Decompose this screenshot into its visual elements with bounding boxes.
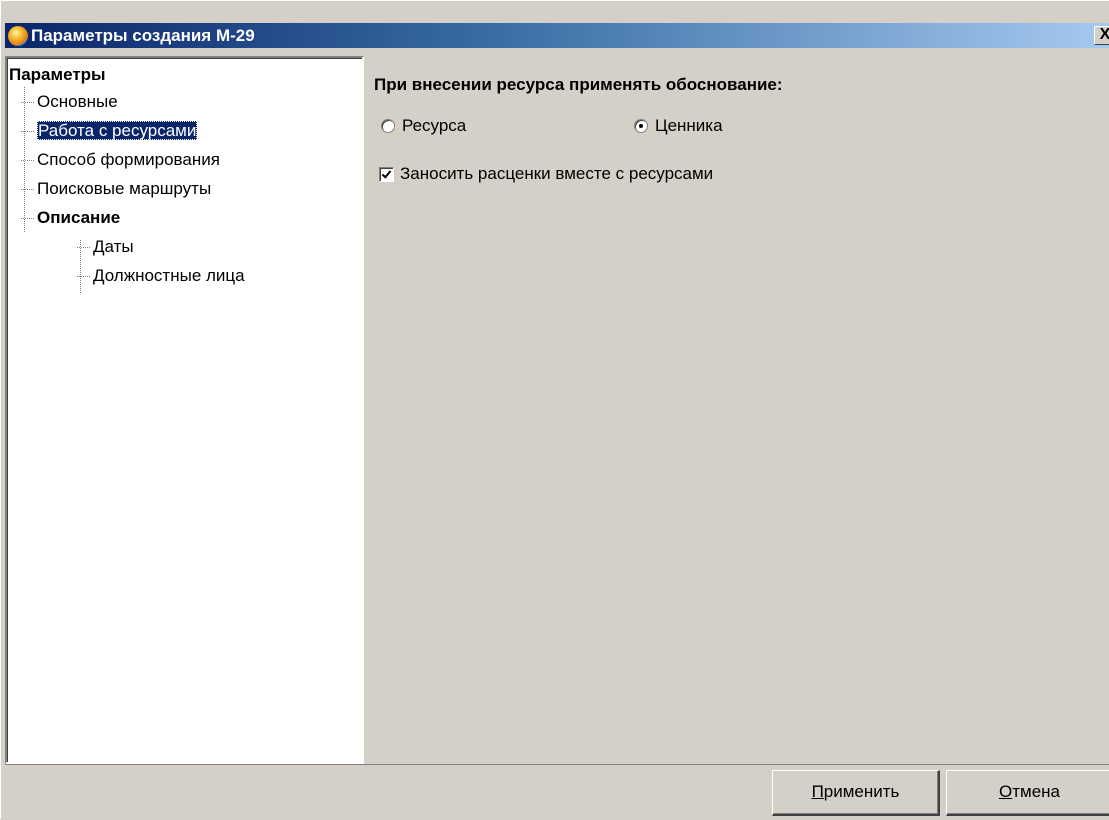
cancel-button[interactable]: Отмена <box>946 770 1109 816</box>
tree-item-label: Описание <box>37 208 121 227</box>
tree-item-label: Способ формирования <box>37 150 220 169</box>
tree-item-forming-method[interactable]: Способ формирования <box>21 148 220 172</box>
apply-accelerator: П <box>811 782 824 801</box>
tree-item-dates[interactable]: Даты <box>77 235 134 259</box>
tree-item-label: Даты <box>93 237 134 256</box>
rates-with-resources-checkbox[interactable]: Заносить расценки вместе с ресурсами <box>379 164 713 184</box>
tree-connector <box>21 160 34 161</box>
radio-resource[interactable]: Ресурса <box>381 116 466 136</box>
dialog-window: Параметры создания М-29 X Параметры Осно… <box>0 0 1109 820</box>
radio-pricelist[interactable]: Ценника <box>634 116 723 136</box>
tree-connector <box>21 218 34 219</box>
tree-item-basic[interactable]: Основные <box>21 90 118 114</box>
tree-connector <box>21 131 34 132</box>
tree-connector <box>77 247 90 248</box>
tree-item-label: Работа с ресурсами <box>37 121 198 140</box>
radio-indicator[interactable] <box>381 119 395 133</box>
tree-item-label: Основные <box>37 92 118 111</box>
radio-resource-label: Ресурса <box>402 116 467 135</box>
tree-root-parameters[interactable]: Параметры <box>9 63 106 87</box>
radio-pricelist-label: Ценника <box>655 116 723 135</box>
cancel-accelerator: О <box>998 782 1013 801</box>
close-button[interactable]: X <box>1094 26 1109 45</box>
tree-connector <box>21 102 34 103</box>
apply-label: рименить <box>823 782 900 801</box>
radio-indicator[interactable] <box>634 119 648 133</box>
title-bar[interactable]: Параметры создания М-29 X <box>5 23 1109 48</box>
tree-item-label: Должностные лица <box>93 266 245 285</box>
tree-root-label: Параметры <box>9 65 106 84</box>
settings-tree[interactable]: Параметры Основные Работа с ресурсами Сп… <box>5 56 364 764</box>
tree-item-resources[interactable]: Работа с ресурсами <box>21 119 198 143</box>
tree-connector <box>21 189 34 190</box>
apply-button[interactable]: Применить <box>772 770 940 816</box>
tree-connector <box>77 276 90 277</box>
window-title: Параметры создания М-29 <box>31 25 255 45</box>
app-icon <box>8 25 28 46</box>
tree-item-label: Поисковые маршруты <box>37 179 212 198</box>
checkbox-label: Заносить расценки вместе с ресурсами <box>400 164 714 183</box>
section-heading: При внесении ресурса применять обоснован… <box>374 75 783 94</box>
tree-item-description[interactable]: Описание <box>21 206 121 230</box>
checkmark-icon[interactable] <box>379 166 394 182</box>
tree-item-search-routes[interactable]: Поисковые маршруты <box>21 177 212 201</box>
tree-item-officials[interactable]: Должностные лица <box>77 264 245 288</box>
button-bar <box>5 764 1109 820</box>
cancel-label: тмена <box>1012 782 1060 801</box>
